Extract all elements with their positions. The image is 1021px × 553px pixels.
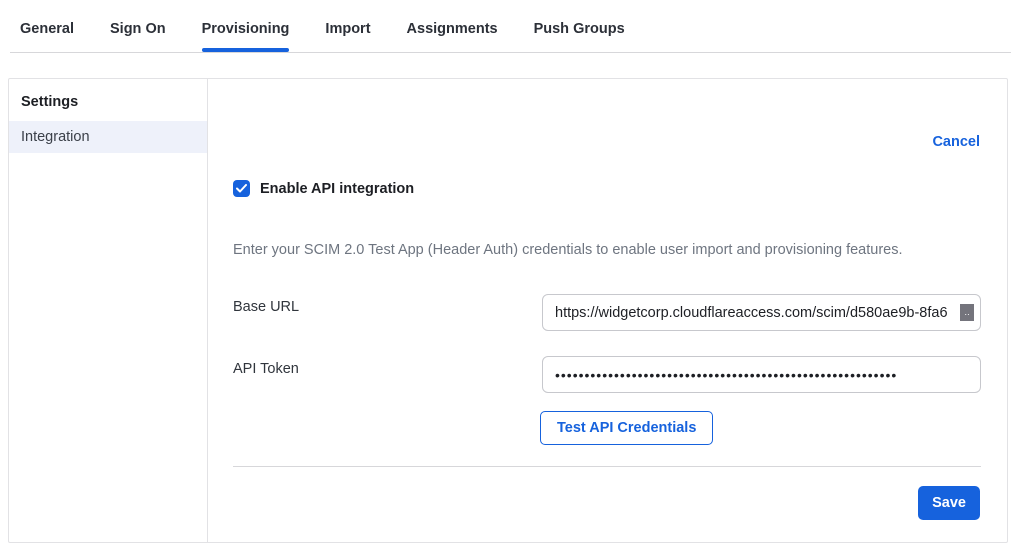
footer-divider (233, 466, 981, 467)
tab-general[interactable]: General (20, 0, 74, 52)
tab-provisioning[interactable]: Provisioning (202, 0, 290, 52)
tab-push-groups[interactable]: Push Groups (534, 0, 625, 52)
api-token-field-wrap (542, 356, 981, 393)
app-tab-bar: General Sign On Provisioning Import Assi… (10, 0, 1011, 53)
provisioning-panel: Settings Integration Cancel Enable API i… (8, 78, 1008, 543)
enable-api-label: Enable API integration (260, 181, 414, 197)
api-token-input[interactable] (542, 356, 981, 393)
settings-sidebar: Settings Integration (9, 79, 208, 542)
base-url-label: Base URL (233, 299, 299, 315)
text-selection-artifact: ‥ (960, 304, 974, 321)
tab-sign-on[interactable]: Sign On (110, 0, 166, 52)
sidebar-item-integration[interactable]: Integration (9, 121, 207, 153)
base-url-input[interactable] (542, 294, 981, 331)
integration-form: Cancel Enable API integration Enter your… (208, 79, 1007, 542)
enable-api-checkbox-row[interactable]: Enable API integration (233, 180, 414, 197)
checkbox-checked-icon[interactable] (233, 180, 250, 197)
cancel-button[interactable]: Cancel (932, 134, 980, 150)
test-api-credentials-button[interactable]: Test API Credentials (540, 411, 713, 445)
checkmark-icon (236, 184, 247, 193)
save-button[interactable]: Save (918, 486, 980, 520)
tab-assignments[interactable]: Assignments (407, 0, 498, 52)
tab-import[interactable]: Import (325, 0, 370, 52)
api-token-label: API Token (233, 361, 299, 377)
sidebar-heading: Settings (9, 79, 207, 121)
base-url-field-wrap: ‥ (542, 294, 981, 331)
credentials-description: Enter your SCIM 2.0 Test App (Header Aut… (233, 242, 980, 258)
